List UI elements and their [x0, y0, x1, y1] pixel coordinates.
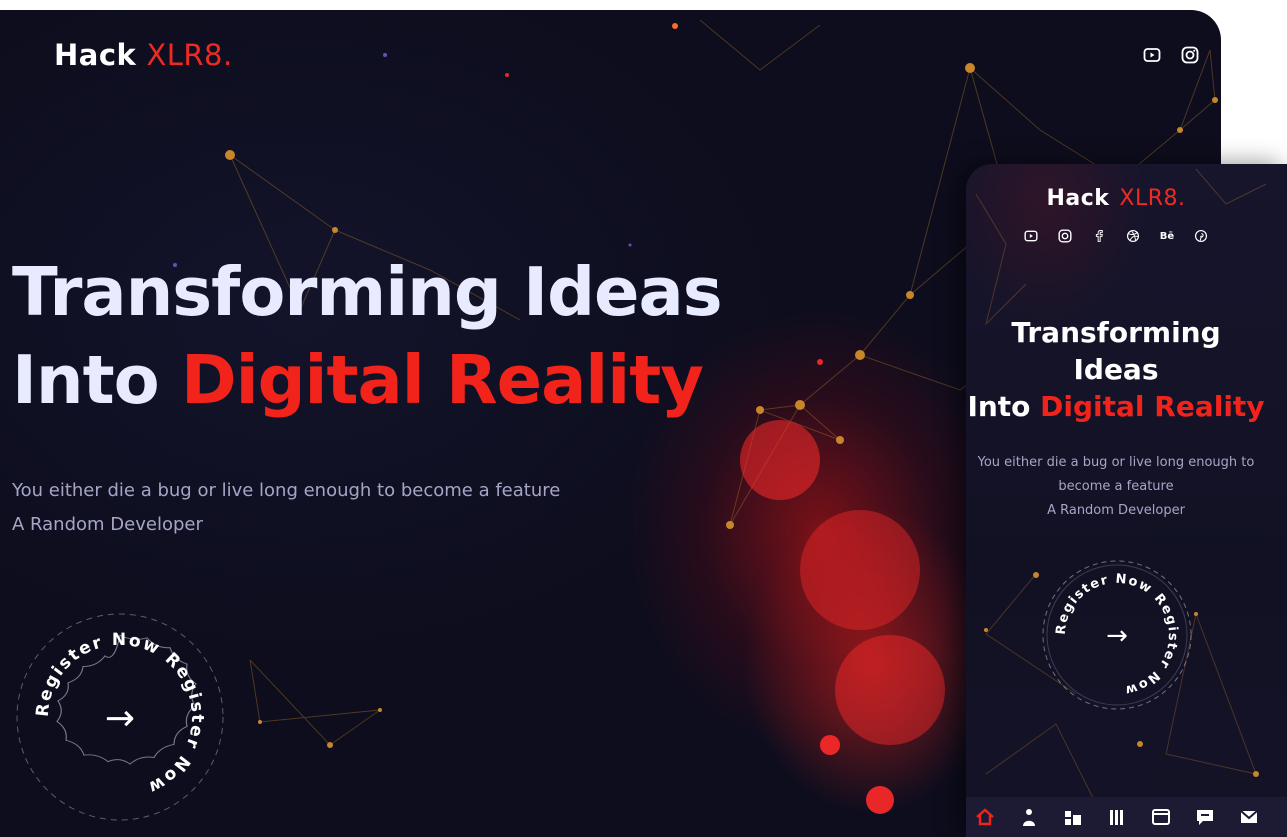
behance-label: Bē [1159, 230, 1175, 242]
instagram-icon[interactable] [1057, 228, 1073, 244]
brand-logo[interactable]: Hack XLR8. [54, 38, 233, 72]
register-now-button[interactable]: Register Now Register Now → [10, 607, 230, 827]
mobile-brand-logo[interactable]: Hack XLR8. [966, 186, 1266, 211]
mobile-hero-quote: You either die a bug or live long enough… [966, 451, 1266, 523]
instagram-icon[interactable] [1179, 44, 1201, 66]
hero-headline: Transforming Ideas Into Digital Reality [12, 248, 723, 424]
quote-author: A Random Developer [12, 514, 203, 535]
mail-icon[interactable] [1238, 806, 1260, 828]
hero-quote: You either die a bug or live long enough… [12, 474, 560, 542]
youtube-icon[interactable] [1023, 228, 1039, 244]
mobile-bottom-nav [966, 797, 1287, 837]
brand-name-red: XLR8. [146, 38, 233, 72]
home-icon[interactable] [974, 806, 996, 828]
mobile-hero-line-3-prefix: Into [967, 390, 1041, 423]
hero-line-2-highlight: Digital Reality [181, 341, 704, 419]
mobile-arrow-right-icon: → [1106, 621, 1128, 651]
user-icon[interactable] [1018, 806, 1040, 828]
brand-name-white: Hack [54, 38, 137, 72]
mobile-hero-line-1: Transforming [1011, 316, 1221, 349]
mobile-quote-author: A Random Developer [1047, 503, 1185, 518]
mobile-quote-text: You either die a bug or live long enough… [977, 455, 1255, 494]
window-icon[interactable] [1150, 806, 1172, 828]
mobile-register-now-button[interactable]: Register Now Register Now → [1039, 557, 1195, 713]
quote-text: You either die a bug or live long enough… [12, 480, 561, 501]
library-icon[interactable] [1106, 806, 1128, 828]
behance-icon[interactable]: Bē [1159, 228, 1175, 244]
pinterest-icon[interactable] [1193, 228, 1209, 244]
mobile-brand-name-red: XLR8. [1119, 186, 1186, 211]
mobile-social-links: Bē [966, 228, 1266, 244]
facebook-icon[interactable] [1091, 228, 1107, 244]
hero-line-1: Transforming Ideas [12, 253, 723, 331]
mobile-brand-name-white: Hack [1046, 186, 1110, 211]
mobile-hero-headline: Transforming Ideas Into Digital Reality [966, 314, 1266, 425]
mobile-hero-line-2: Ideas [1073, 353, 1159, 386]
social-links [1141, 44, 1201, 66]
mobile-hero-line-3-highlight: Digital Reality [1040, 390, 1265, 423]
dribbble-icon[interactable] [1125, 228, 1141, 244]
chat-icon[interactable] [1194, 806, 1216, 828]
arrow-right-icon: → [105, 698, 135, 739]
hero-line-2-prefix: Into [12, 341, 182, 419]
dashboard-icon[interactable] [1062, 806, 1084, 828]
mobile-preview: Hack XLR8. Bē Transforming Ideas Into Dig… [966, 164, 1287, 837]
youtube-icon[interactable] [1141, 44, 1163, 66]
